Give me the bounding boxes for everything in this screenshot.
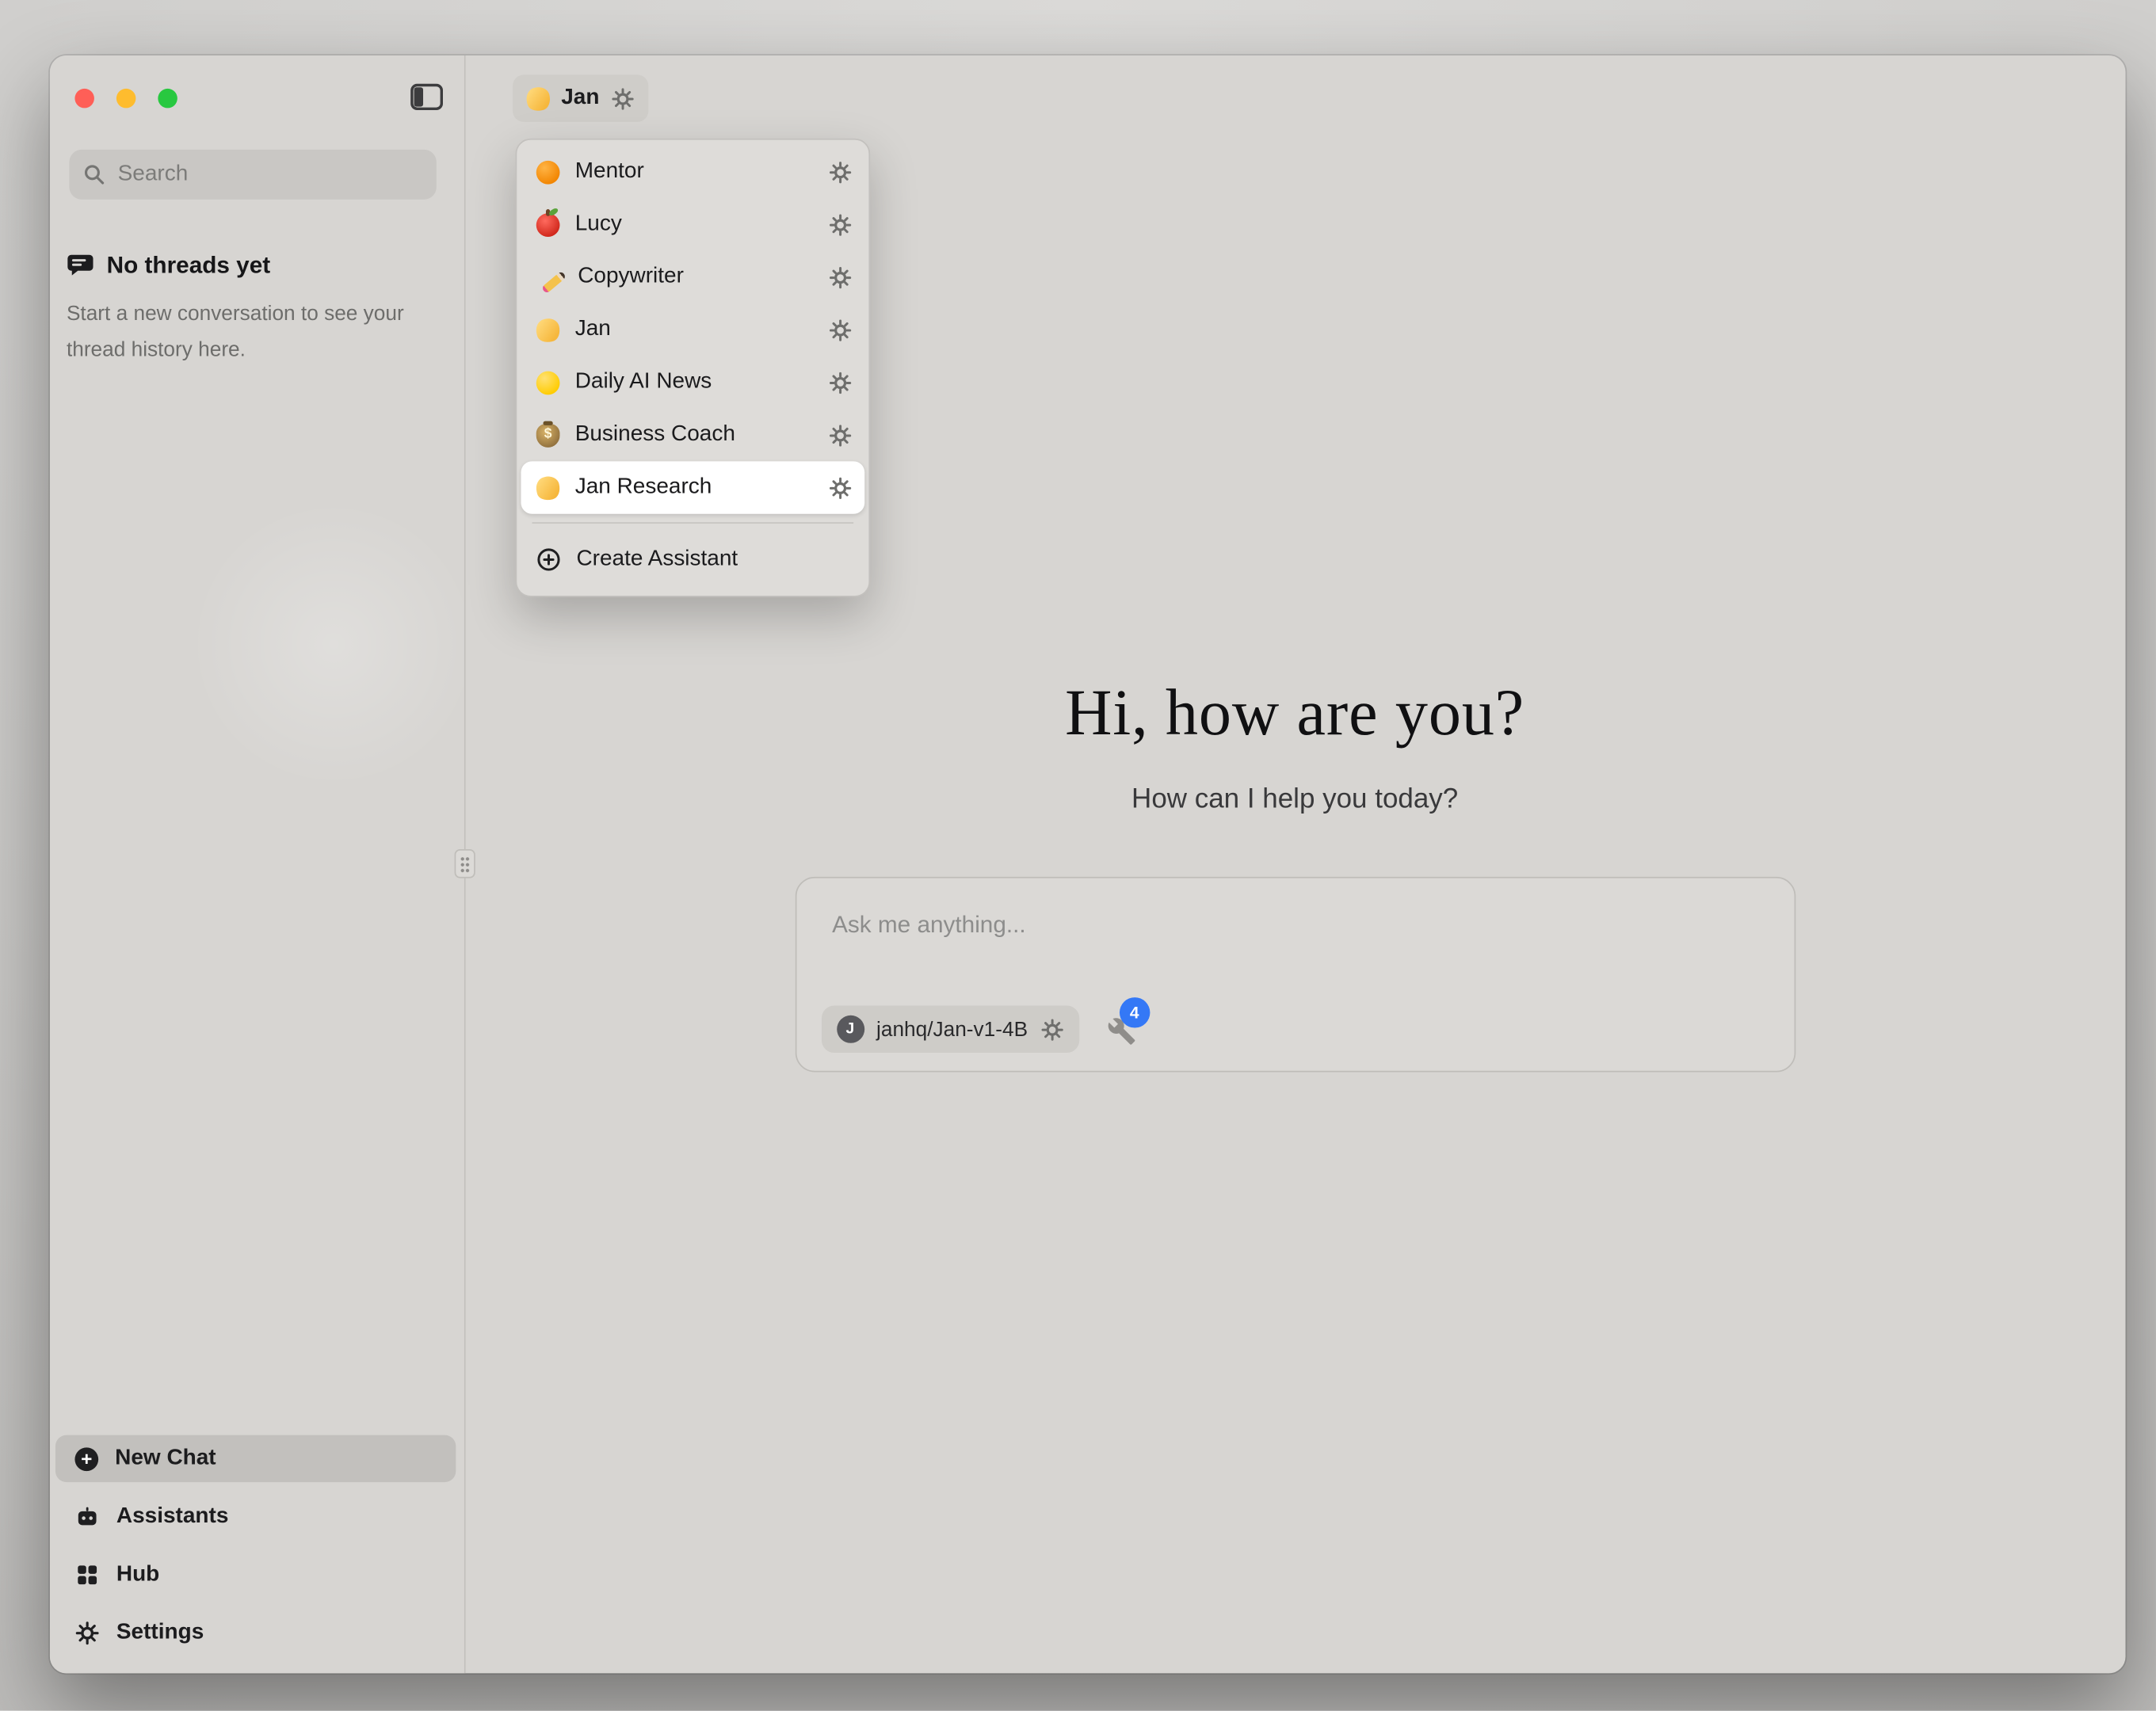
titlebar [50, 55, 464, 139]
settings-gear-icon [74, 1621, 99, 1645]
assistants-icon [74, 1504, 99, 1529]
close-button[interactable] [74, 89, 93, 108]
composer: Ask me anything... J janhq/Jan-v1-4B 4 [795, 877, 1795, 1073]
empty-state-title: No threads yet [107, 252, 271, 280]
menu-item-business-coach[interactable]: Business Coach [521, 409, 865, 461]
greeting-subtitle: How can I help you today? [1131, 784, 1458, 816]
gear-icon[interactable] [829, 423, 853, 447]
model-settings-icon[interactable] [1040, 1017, 1064, 1041]
sidebar-item-label: Assistants [116, 1504, 229, 1529]
menu-item-label: Copywriter [578, 265, 813, 289]
model-selector-button[interactable]: J janhq/Jan-v1-4B [821, 1006, 1079, 1053]
assistant-selector-button[interactable]: Jan [513, 74, 648, 121]
sidebar-item-label: Hub [116, 1563, 159, 1587]
sidebar-glow [189, 499, 466, 790]
menu-item-daily-ai-news[interactable]: Daily AI News [521, 356, 865, 408]
minimize-button[interactable] [116, 89, 135, 108]
sidebar-item-assistants[interactable]: Assistants [55, 1493, 456, 1540]
create-assistant-label: Create Assistant [576, 547, 738, 572]
assistant-menu: Mentor Lucy Copywriter Jan [516, 139, 871, 597]
wave-emoji-icon [524, 84, 552, 112]
sidebar-resize-handle[interactable] [455, 849, 475, 878]
threads-icon [67, 253, 94, 278]
menu-item-lucy[interactable]: Lucy [521, 198, 865, 250]
model-name: janhq/Jan-v1-4B [876, 1017, 1028, 1041]
composer-toolbar: J janhq/Jan-v1-4B 4 [821, 1006, 1146, 1053]
search-field[interactable] [69, 150, 436, 200]
search-input[interactable] [115, 161, 422, 189]
menu-item-label: Business Coach [575, 422, 814, 447]
menu-item-copywriter[interactable]: Copywriter [521, 251, 865, 303]
gear-icon[interactable] [829, 212, 853, 236]
menu-separator [532, 522, 854, 524]
menu-item-label: Daily AI News [575, 370, 814, 394]
desktop: No threads yet Start a new conversation … [0, 0, 2156, 1711]
menu-item-label: Jan [575, 317, 814, 341]
empty-state: No threads yet Start a new conversation … [67, 252, 429, 367]
sidebar-toggle-icon [410, 83, 444, 111]
new-chat-icon: + [74, 1447, 98, 1471]
orange-circle-emoji-icon [536, 160, 560, 184]
greeting-title: Hi, how are you? [1065, 676, 1524, 750]
sidebar: No threads yet Start a new conversation … [50, 55, 466, 1673]
money-bag-emoji-icon [536, 423, 560, 447]
menu-item-label: Jan Research [575, 475, 814, 500]
hub-icon [74, 1563, 99, 1587]
menu-item-label: Mentor [575, 159, 814, 184]
main-area: Jan Mentor Lucy Copywriter [464, 55, 2126, 1673]
sidebar-toggle-button[interactable] [409, 83, 445, 113]
sidebar-item-new-chat[interactable]: + New Chat [55, 1435, 456, 1482]
assistant-settings-icon[interactable] [610, 86, 634, 110]
create-assistant-button[interactable]: Create Assistant [521, 532, 865, 588]
gear-icon[interactable] [829, 318, 853, 341]
menu-item-jan-research[interactable]: Jan Research [521, 461, 865, 513]
yellow-circle-emoji-icon [536, 371, 560, 394]
zoom-button[interactable] [158, 89, 177, 108]
tools-button[interactable]: 4 [1104, 1006, 1145, 1053]
sidebar-nav: + New Chat Assistants [55, 1435, 456, 1657]
app-window: No threads yet Start a new conversation … [50, 55, 2126, 1673]
assistant-selector-label: Jan [561, 86, 599, 110]
tools-count-badge: 4 [1119, 997, 1149, 1027]
menu-item-jan[interactable]: Jan [521, 303, 865, 356]
grip-dots-icon [460, 856, 470, 872]
wave-emoji-icon [534, 474, 563, 502]
welcome-section: Hi, how are you? How can I help you toda… [464, 676, 2126, 1072]
sidebar-item-settings[interactable]: Settings [55, 1610, 456, 1656]
menu-item-mentor[interactable]: Mentor [521, 146, 865, 198]
plus-circle-icon [536, 547, 561, 572]
menu-item-label: Lucy [575, 212, 814, 237]
search-icon [83, 163, 105, 185]
gear-icon[interactable] [829, 476, 853, 500]
pencil-emoji-icon [541, 271, 567, 294]
sidebar-item-label: New Chat [115, 1446, 216, 1471]
apple-emoji-icon [536, 212, 560, 236]
sidebar-item-hub[interactable]: Hub [55, 1552, 456, 1599]
wave-emoji-icon [534, 315, 563, 344]
message-input[interactable]: Ask me anything... [832, 912, 1757, 939]
empty-state-description: Start a new conversation to see your thr… [67, 296, 429, 367]
gear-icon[interactable] [829, 265, 853, 289]
gear-icon[interactable] [829, 371, 853, 394]
gear-icon[interactable] [829, 160, 853, 184]
model-avatar: J [836, 1016, 864, 1043]
sidebar-item-label: Settings [116, 1621, 204, 1645]
